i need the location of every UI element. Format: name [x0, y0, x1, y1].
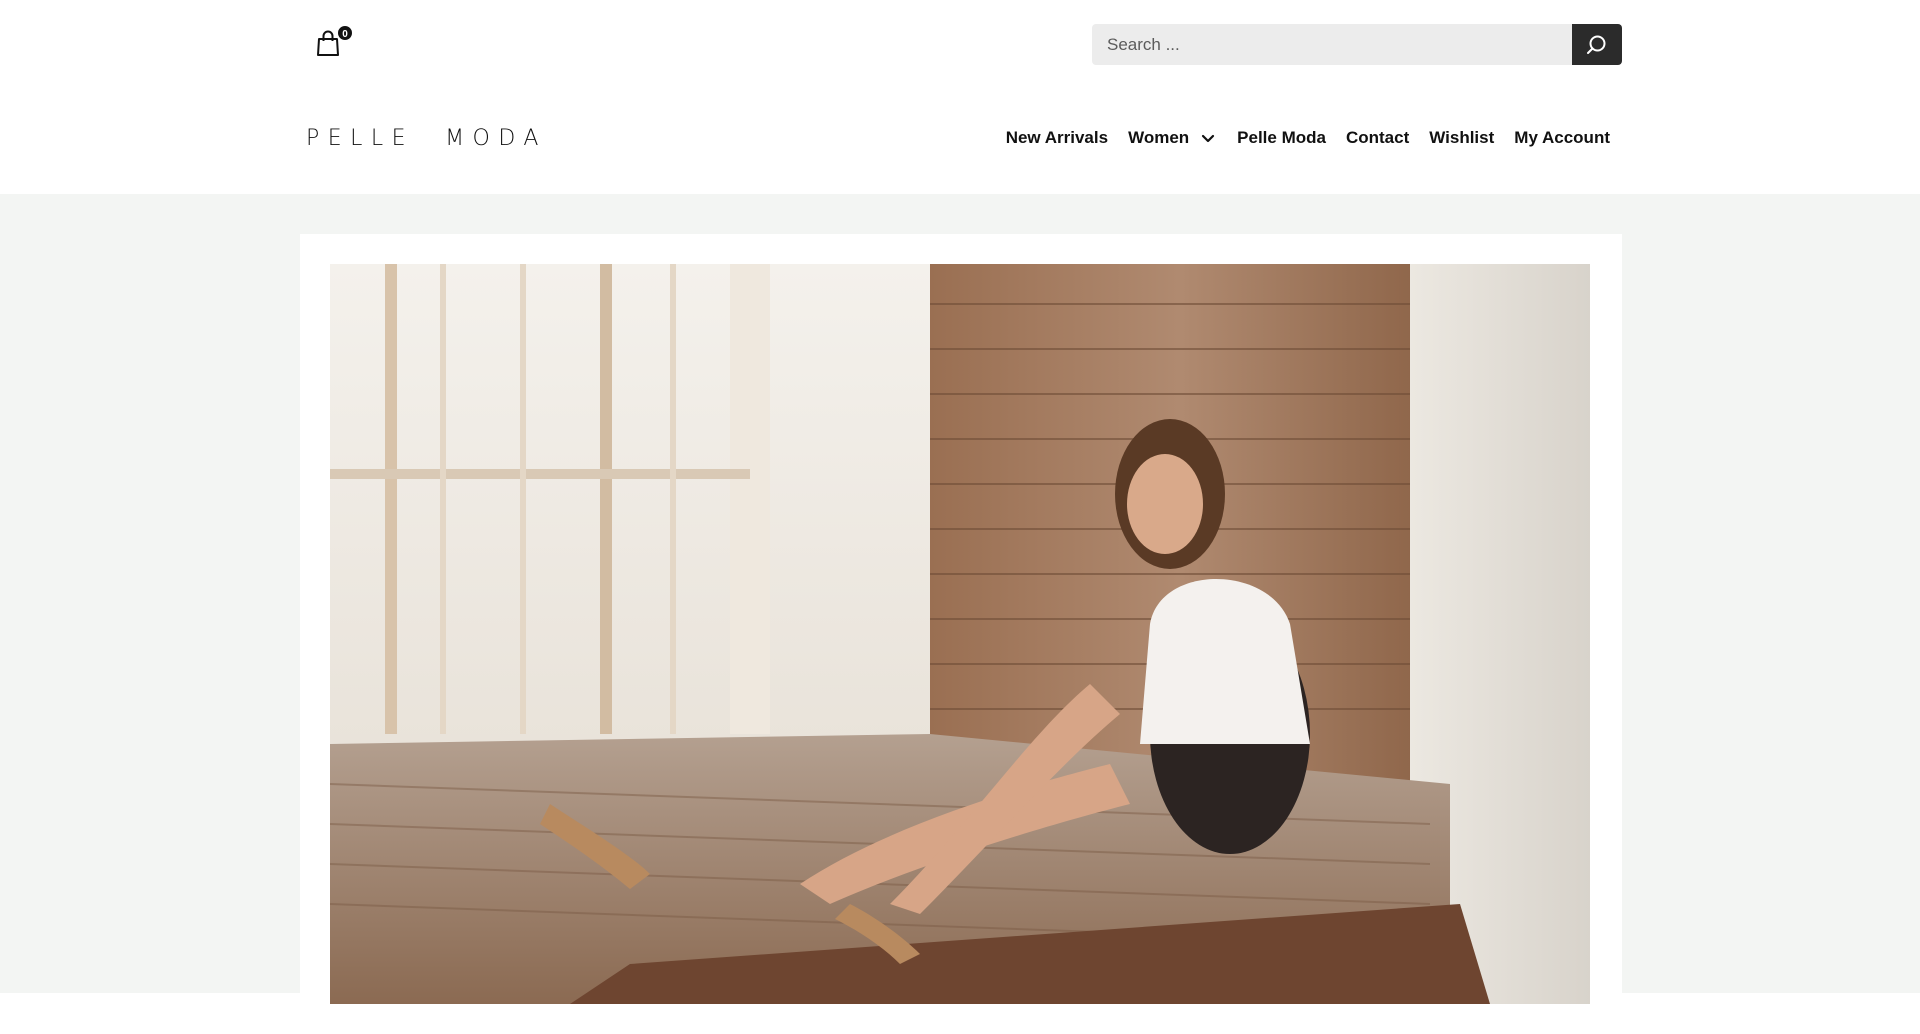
search-icon	[1587, 35, 1606, 54]
search-button[interactable]	[1572, 24, 1622, 65]
hero-photo-illustration	[330, 264, 1590, 1004]
site-logo[interactable]: PELLE MODA	[306, 126, 547, 151]
nav-label: Pelle Moda	[1237, 128, 1326, 147]
nav-pelle-moda[interactable]: Pelle Moda	[1237, 128, 1326, 148]
nav-label: Women	[1128, 128, 1190, 147]
hero-image[interactable]	[330, 264, 1590, 1004]
main-nav: New Arrivals Women Pelle Moda Contact Wi…	[1006, 128, 1610, 148]
nav-label: Wishlist	[1429, 128, 1495, 147]
cart-count-badge: 0	[336, 24, 354, 42]
cart-button[interactable]: 0	[314, 24, 354, 60]
nav-contact[interactable]: Contact	[1346, 128, 1409, 148]
nav-new-arrivals[interactable]: New Arrivals	[1006, 128, 1108, 148]
nav-label: My Account	[1514, 128, 1610, 147]
nav-wishlist[interactable]: Wishlist	[1429, 128, 1494, 148]
chevron-down-icon	[1202, 134, 1215, 143]
nav-women[interactable]: Women	[1128, 128, 1217, 148]
main-content	[0, 194, 1920, 1034]
nav-label: New Arrivals	[1005, 128, 1109, 147]
site-header: 0 PELLE MODA New Arrivals Women Pelle Mo…	[0, 0, 1920, 194]
nav-label: Contact	[1345, 128, 1410, 147]
search-input[interactable]	[1092, 24, 1572, 65]
nav-my-account[interactable]: My Account	[1514, 128, 1610, 148]
search-bar	[1092, 24, 1622, 65]
hero-card	[300, 234, 1622, 1034]
